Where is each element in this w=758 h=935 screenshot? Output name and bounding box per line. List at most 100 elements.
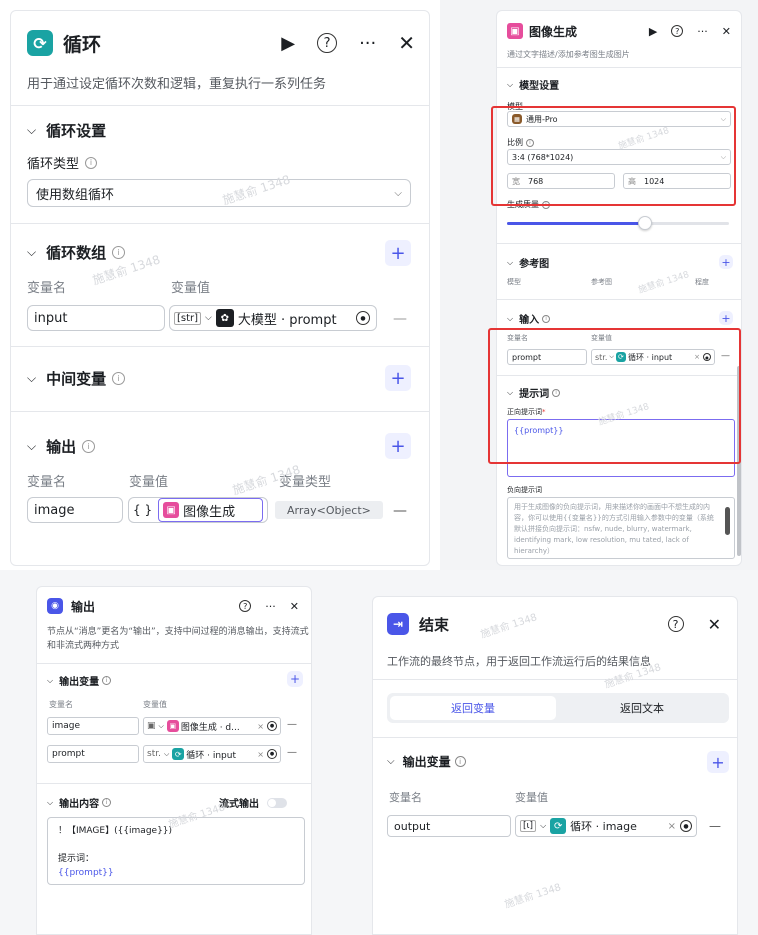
node-desc: 节点从“消息”更名为“输出”，支持中间过程的消息输出，支持流式和非流式两种方式 bbox=[47, 627, 309, 651]
page-title: 图像生成 bbox=[529, 24, 578, 39]
run-icon[interactable]: ▶ bbox=[281, 33, 295, 54]
chevron-down-icon: ⌵ bbox=[540, 821, 547, 830]
help-icon[interactable]: ? bbox=[239, 600, 252, 612]
clear-icon[interactable]: × bbox=[257, 722, 264, 731]
help-icon[interactable]: ? bbox=[671, 25, 684, 37]
section-reference[interactable]: ⌵ 参考图 bbox=[507, 255, 549, 271]
section-loop-settings[interactable]: ⌵ 循环设置 bbox=[27, 119, 106, 141]
var-source: 图像生成 bbox=[183, 504, 236, 520]
section-mid-vars[interactable]: ⌵ 中间变量 i bbox=[27, 367, 126, 389]
target-icon[interactable]: ● bbox=[267, 721, 277, 731]
add-end-var-button[interactable]: + bbox=[707, 751, 729, 773]
col-var-name: 变量名 bbox=[27, 281, 67, 296]
ref-col-degree: 程度 bbox=[695, 278, 709, 286]
add-reference-button[interactable]: + bbox=[719, 255, 733, 269]
section-output-vars[interactable]: ⌵ 输出变量 i bbox=[387, 753, 466, 770]
chevron-down-icon: ⌵ bbox=[163, 749, 170, 758]
remove-row-icon[interactable]: — bbox=[709, 819, 721, 833]
chevron-down-icon: ⌵ bbox=[387, 756, 395, 767]
target-icon[interactable]: ● bbox=[267, 749, 277, 759]
output-var-value[interactable]: str. ⌵ ⟳ 循环 · input × ● bbox=[143, 745, 281, 763]
add-output-button[interactable]: + bbox=[385, 433, 411, 459]
col-var-name: 变量名 bbox=[389, 791, 422, 804]
end-var-value-field[interactable]: [ι] ⌵ ⟳ 循环 · image × ● bbox=[515, 815, 697, 837]
watermark: 施慧俞 1348 bbox=[479, 612, 539, 641]
add-array-button[interactable]: + bbox=[385, 240, 411, 266]
node-desc: 通过文字描述/添加参考图生成图片 bbox=[507, 50, 630, 59]
chevron-down-icon: ⌵ bbox=[27, 370, 37, 385]
node-desc: 用于通过设定循环次数和逻辑，重复执行一系列任务 bbox=[27, 77, 327, 92]
end-var-name-input[interactable]: output bbox=[387, 815, 511, 837]
close-icon[interactable]: ✕ bbox=[708, 615, 721, 634]
chevron-down-icon: ⌵ bbox=[507, 257, 514, 267]
remove-row-icon[interactable]: — bbox=[287, 719, 297, 730]
chevron-down-icon: ⌵ bbox=[47, 797, 54, 807]
tab-return-text[interactable]: 返回文本 bbox=[559, 696, 725, 720]
stream-toggle[interactable] bbox=[267, 797, 287, 808]
end-panel: ⇥ 结束 ? ✕ 工作流的最终节点，用于返回工作流运行后的结果信息 返回变量 返… bbox=[372, 596, 738, 935]
quality-slider-fill bbox=[507, 222, 645, 225]
add-input-button[interactable]: + bbox=[719, 311, 733, 325]
output-var-name[interactable]: prompt bbox=[47, 745, 139, 763]
highlight-box bbox=[491, 106, 736, 206]
chevron-down-icon: ⌵ bbox=[158, 721, 164, 730]
ref-col-model: 模型 bbox=[507, 278, 521, 286]
chevron-down-icon: ⌵ bbox=[27, 122, 37, 137]
chevron-down-icon: ⌵ bbox=[394, 187, 402, 199]
section-output-vars[interactable]: ⌵ 输出变量 i bbox=[47, 673, 112, 688]
section-input[interactable]: ⌵ 输入 i bbox=[507, 311, 551, 326]
more-icon[interactable]: ··· bbox=[265, 600, 276, 613]
info-icon: i bbox=[102, 676, 112, 685]
loop-icon: ⟳ bbox=[550, 818, 567, 834]
chevron-down-icon: ⌵ bbox=[27, 438, 37, 453]
negative-prompt-textarea[interactable]: 用于生成图像的负向提示词，用来描述你的画面中不想生成的内容，你可以使用{{变量名… bbox=[507, 497, 735, 559]
close-icon[interactable]: ✕ bbox=[290, 600, 299, 613]
output-var-value-field[interactable]: { } ▣ 图像生成 bbox=[128, 497, 268, 523]
add-mid-var-button[interactable]: + bbox=[385, 365, 411, 391]
type-select[interactable]: [str] bbox=[174, 311, 202, 325]
info-icon: i bbox=[102, 798, 112, 807]
chevron-down-icon: ⌵ bbox=[507, 79, 514, 89]
array-var-name-input[interactable]: input bbox=[27, 305, 165, 331]
close-icon[interactable]: ✕ bbox=[398, 31, 415, 55]
output-var-value[interactable]: ▣ ⌵ ▣ 图像生成 · d... × ● bbox=[143, 717, 281, 735]
remove-row-icon[interactable]: — bbox=[393, 503, 407, 519]
var-type-badge: Array<Object> bbox=[275, 501, 383, 519]
section-output[interactable]: ⌵ 输出 i bbox=[27, 435, 96, 457]
remove-row-icon[interactable]: — bbox=[393, 311, 407, 327]
clear-icon[interactable]: × bbox=[668, 821, 676, 832]
add-output-var-button[interactable]: + bbox=[287, 671, 303, 687]
array-var-value-field[interactable]: [str] ⌵ ✿ 大模型 · prompt ● bbox=[169, 305, 377, 331]
run-icon[interactable]: ▶ bbox=[649, 25, 657, 38]
clear-icon[interactable]: × bbox=[257, 750, 264, 759]
textarea-scrollbar[interactable] bbox=[725, 507, 730, 535]
quality-slider-thumb[interactable] bbox=[637, 216, 652, 230]
output-node-icon: ◉ bbox=[47, 598, 63, 614]
loop-icon: ⟳ bbox=[172, 748, 185, 760]
output-var-name[interactable]: image bbox=[47, 717, 139, 735]
section-loop-array[interactable]: ⌵ 循环数组 i bbox=[27, 241, 126, 263]
target-icon[interactable]: ● bbox=[356, 311, 370, 325]
section-model-settings[interactable]: ⌵ 模型设置 bbox=[507, 77, 559, 93]
tab-return-vars[interactable]: 返回变量 bbox=[390, 696, 556, 720]
var-source: 大模型 · prompt bbox=[237, 312, 337, 328]
more-icon[interactable]: ··· bbox=[359, 33, 376, 54]
target-icon[interactable]: ● bbox=[680, 820, 692, 832]
negative-label: 负向提示词 bbox=[507, 486, 542, 494]
watermark: 施慧俞 1348 bbox=[637, 270, 691, 296]
close-icon[interactable]: ✕ bbox=[722, 25, 731, 38]
help-icon[interactable]: ? bbox=[317, 33, 338, 53]
info-icon: i bbox=[112, 245, 126, 259]
chevron-down-icon: ⌵ bbox=[27, 244, 37, 259]
col-var-name: 变量名 bbox=[49, 700, 73, 709]
watermark: 施慧俞 1348 bbox=[230, 462, 302, 498]
loop-type-select[interactable]: 使用数组循环 ⌵ bbox=[27, 179, 411, 207]
chevron-down-icon: ⌵ bbox=[47, 675, 54, 685]
quality-slider-track[interactable] bbox=[507, 216, 729, 230]
more-icon[interactable]: ··· bbox=[697, 25, 708, 38]
output-var-name-input[interactable]: image bbox=[27, 497, 123, 523]
help-icon[interactable]: ? bbox=[667, 616, 684, 632]
info-icon: i bbox=[112, 371, 126, 385]
remove-row-icon[interactable]: — bbox=[287, 747, 297, 758]
section-output-content[interactable]: ⌵ 输出内容 i bbox=[47, 795, 112, 810]
